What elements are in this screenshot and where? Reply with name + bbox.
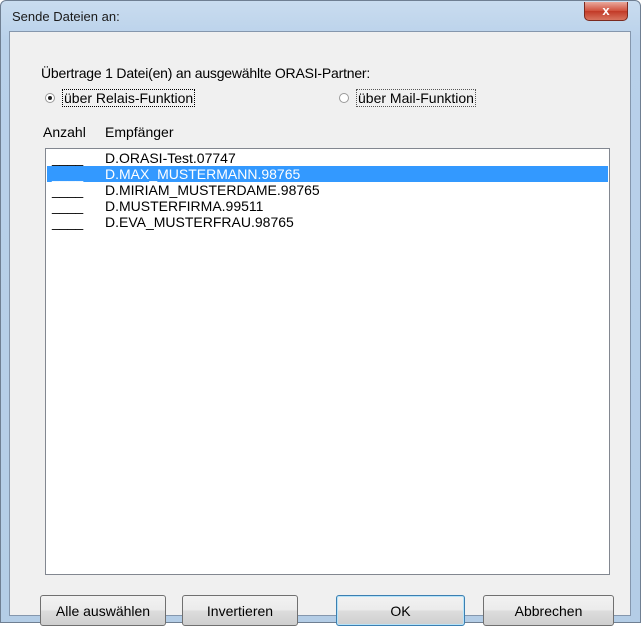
list-item[interactable]: ____ D.MUSTERFIRMA.99511 <box>47 198 608 214</box>
close-button[interactable]: x <box>584 2 628 21</box>
list-item-name: D.MIRIAM_MUSTERDAME.98765 <box>105 182 320 198</box>
ok-button[interactable]: OK <box>336 595 465 626</box>
dialog-window: Sende Dateien an: x Übertrage 1 Datei(en… <box>0 0 641 626</box>
list-item[interactable]: ____ D.MAX_MUSTERMANN.98765 <box>47 166 608 182</box>
column-header-recipient: Empfänger <box>105 124 174 140</box>
list-item[interactable]: ____ D.MIRIAM_MUSTERDAME.98765 <box>47 182 608 198</box>
close-icon: x <box>602 3 610 18</box>
cancel-button[interactable]: Abbrechen <box>483 595 614 626</box>
radio-mail-label: über Mail-Funktion <box>356 89 476 107</box>
radio-relay-label: über Relais-Funktion <box>62 89 196 107</box>
list-item-count: ____ <box>52 198 84 214</box>
select-all-button[interactable]: Alle auswählen <box>40 595 166 626</box>
list-item-name: D.ORASI-Test.07747 <box>105 150 236 166</box>
radio-relay[interactable]: über Relais-Funktion <box>45 89 196 107</box>
list-item-count: ____ <box>52 166 84 182</box>
list-item-name: D.MUSTERFIRMA.99511 <box>105 198 264 214</box>
list-item-count: ____ <box>52 182 84 198</box>
transfer-heading: Übertrage 1 Datei(en) an ausgewählte ORA… <box>41 65 371 81</box>
title-bar[interactable]: Sende Dateien an: x <box>1 1 640 31</box>
column-header-count: Anzahl <box>43 124 86 140</box>
radio-relay-indicator[interactable] <box>45 93 55 103</box>
radio-mail[interactable]: über Mail-Funktion <box>339 89 476 107</box>
list-item[interactable]: ____ D.EVA_MUSTERFRAU.98765 <box>47 214 608 230</box>
list-item[interactable]: ____ D.ORASI-Test.07747 <box>47 150 608 166</box>
list-item-name: D.EVA_MUSTERFRAU.98765 <box>105 214 294 230</box>
invert-button[interactable]: Invertieren <box>182 595 298 626</box>
radio-mail-indicator[interactable] <box>339 93 349 103</box>
recipient-list[interactable]: ____ D.ORASI-Test.07747 ____ D.MAX_MUSTE… <box>45 148 610 575</box>
list-item-count: ____ <box>52 214 84 230</box>
list-item-name: D.MAX_MUSTERMANN.98765 <box>105 166 301 182</box>
list-item-count: ____ <box>52 150 84 166</box>
dialog-client-area: Übertrage 1 Datei(en) an ausgewählte ORA… <box>9 31 631 626</box>
window-title: Sende Dateien an: <box>12 9 120 24</box>
